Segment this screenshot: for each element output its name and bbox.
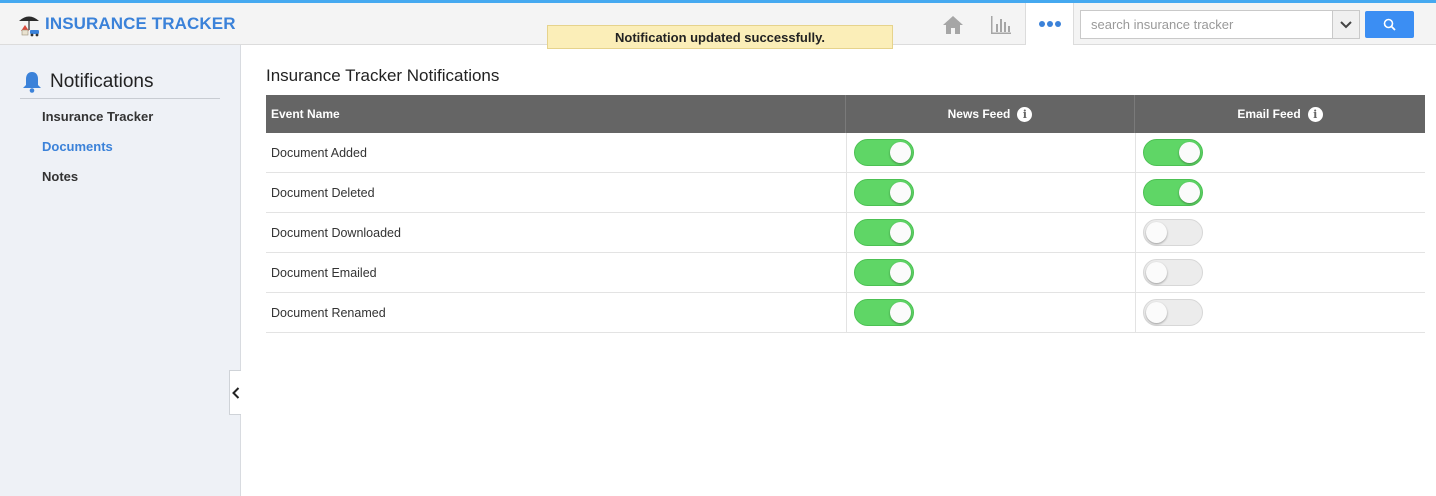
- search-box: [1080, 10, 1360, 39]
- app-logo[interactable]: INSURANCE TRACKER: [16, 11, 236, 37]
- sidebar-item-insurance-tracker[interactable]: Insurance Tracker: [42, 109, 153, 124]
- search-input[interactable]: [1081, 11, 1332, 38]
- chevron-left-icon: [231, 386, 239, 399]
- column-header-email-feed: Email Feed i: [1135, 95, 1425, 133]
- email-feed-toggle[interactable]: [1143, 179, 1203, 206]
- event-name-cell: Document Renamed: [271, 305, 386, 320]
- search-icon: [1383, 18, 1396, 31]
- sidebar-header: Notifications: [20, 65, 220, 99]
- page-title: Insurance Tracker Notifications: [266, 66, 500, 85]
- table-row: Document Downloaded: [266, 213, 1425, 253]
- sidebar-item-notes[interactable]: Notes: [42, 169, 78, 184]
- email-feed-toggle[interactable]: [1143, 259, 1203, 286]
- bell-icon: [23, 71, 41, 93]
- home-icon[interactable]: [940, 12, 966, 38]
- search-button[interactable]: [1365, 11, 1414, 38]
- bar-chart-icon[interactable]: [988, 12, 1014, 38]
- sidebar-collapse-button[interactable]: [229, 370, 241, 415]
- event-name-cell: Document Downloaded: [271, 225, 401, 240]
- event-name-cell: Document Emailed: [271, 265, 377, 280]
- sidebar: Notifications Insurance Tracker Document…: [0, 45, 241, 496]
- search-dropdown-toggle[interactable]: [1332, 11, 1359, 38]
- column-header-event-name: Event Name: [266, 95, 846, 133]
- success-toast: Notification updated successfully.: [547, 25, 893, 49]
- more-dots-icon: [1038, 21, 1061, 27]
- table-row: Document Added: [266, 133, 1425, 173]
- table-row: Document Deleted: [266, 173, 1425, 213]
- email-feed-toggle[interactable]: [1143, 219, 1203, 246]
- table-header: Event Name News Feed i Email Feed i: [266, 95, 1425, 133]
- event-name-cell: Document Deleted: [271, 185, 375, 200]
- info-icon[interactable]: i: [1307, 106, 1323, 122]
- info-icon[interactable]: i: [1017, 106, 1033, 122]
- email-feed-toggle[interactable]: [1143, 139, 1203, 166]
- insurance-logo-icon: [19, 16, 39, 37]
- table-row: Document Renamed: [266, 293, 1425, 333]
- app-title: INSURANCE TRACKER: [45, 14, 236, 33]
- event-name-cell: Document Added: [271, 145, 367, 160]
- sidebar-item-documents[interactable]: Documents: [42, 139, 113, 154]
- column-header-news-feed: News Feed i: [846, 95, 1135, 133]
- news-feed-toggle[interactable]: [854, 179, 914, 206]
- news-feed-toggle[interactable]: [854, 219, 914, 246]
- sidebar-heading: Notifications: [50, 70, 154, 92]
- table-row: Document Emailed: [266, 253, 1425, 293]
- email-feed-toggle[interactable]: [1143, 299, 1203, 326]
- news-feed-toggle[interactable]: [854, 259, 914, 286]
- news-feed-toggle[interactable]: [854, 139, 914, 166]
- more-menu-button[interactable]: [1025, 3, 1074, 45]
- chevron-down-icon: [1340, 20, 1352, 28]
- notifications-table: Event Name News Feed i Email Feed i Docu…: [266, 95, 1425, 333]
- news-feed-toggle[interactable]: [854, 299, 914, 326]
